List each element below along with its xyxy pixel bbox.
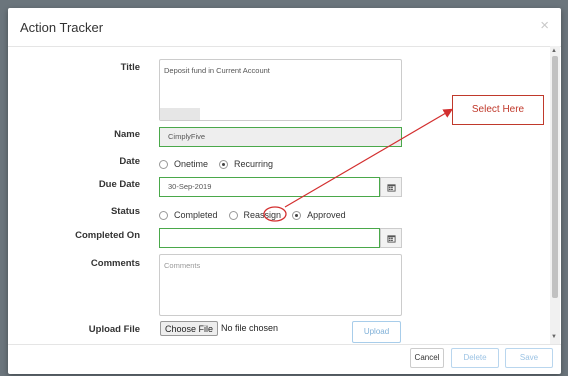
scrollbar-thumb[interactable] <box>552 56 558 298</box>
due-date-calendar-button[interactable] <box>380 177 402 197</box>
date-radio-group: Onetime Recurring <box>159 159 280 169</box>
radio-recurring-label: Recurring <box>234 159 274 169</box>
calendar-icon <box>386 183 396 192</box>
modal-title: Action Tracker <box>20 20 104 35</box>
radio-recurring[interactable] <box>219 159 229 169</box>
completed-on-calendar-button[interactable] <box>380 228 402 248</box>
radio-reassign[interactable] <box>228 210 238 220</box>
scroll-up-arrow-icon[interactable]: ▲ <box>551 48 557 54</box>
upload-button[interactable]: Upload <box>352 321 401 343</box>
comments-textarea[interactable]: Comments <box>159 254 402 316</box>
upload-file-label: Upload File <box>88 324 140 335</box>
save-button[interactable]: Save <box>505 348 553 368</box>
close-icon[interactable]: × <box>540 17 549 34</box>
radio-completed[interactable] <box>159 210 168 220</box>
due-date-label: Due Date <box>98 179 140 190</box>
name-field[interactable]: CimplyFive <box>159 127 402 147</box>
footer-divider <box>8 344 561 345</box>
radio-approved[interactable] <box>292 210 302 220</box>
completed-on-field[interactable] <box>159 228 380 248</box>
radio-completed-label: Completed <box>174 210 218 220</box>
title-label: Title <box>120 62 140 73</box>
action-tracker-modal: Action Tracker × Title Deposit fund in C… <box>8 8 561 374</box>
choose-file-button[interactable]: Choose File <box>160 321 219 336</box>
radio-reassign-label: Reassign <box>243 210 282 220</box>
calendar-icon <box>386 234 396 243</box>
no-file-chosen-text: No file chosen <box>221 323 279 333</box>
comments-label: Comments <box>90 258 140 269</box>
status-label: Status <box>110 206 140 217</box>
completed-on-label: Completed On <box>75 230 140 241</box>
due-date-field[interactable]: 30-Sep-2019 <box>159 177 380 197</box>
cancel-button[interactable]: Cancel <box>410 348 444 368</box>
select-here-callout: Select Here <box>452 95 544 125</box>
radio-onetime[interactable] <box>159 159 168 169</box>
radio-onetime-label: Onetime <box>174 159 209 169</box>
date-label: Date <box>119 156 140 167</box>
delete-button[interactable]: Delete <box>451 348 499 368</box>
modal-header: Action Tracker × <box>8 8 561 47</box>
status-radio-group: Completed Reassign Approved <box>159 210 353 220</box>
radio-approved-label: Approved <box>307 210 346 220</box>
name-label: Name <box>114 129 140 140</box>
scroll-down-arrow-icon[interactable]: ▼ <box>551 334 557 340</box>
title-resize-area <box>160 108 200 120</box>
